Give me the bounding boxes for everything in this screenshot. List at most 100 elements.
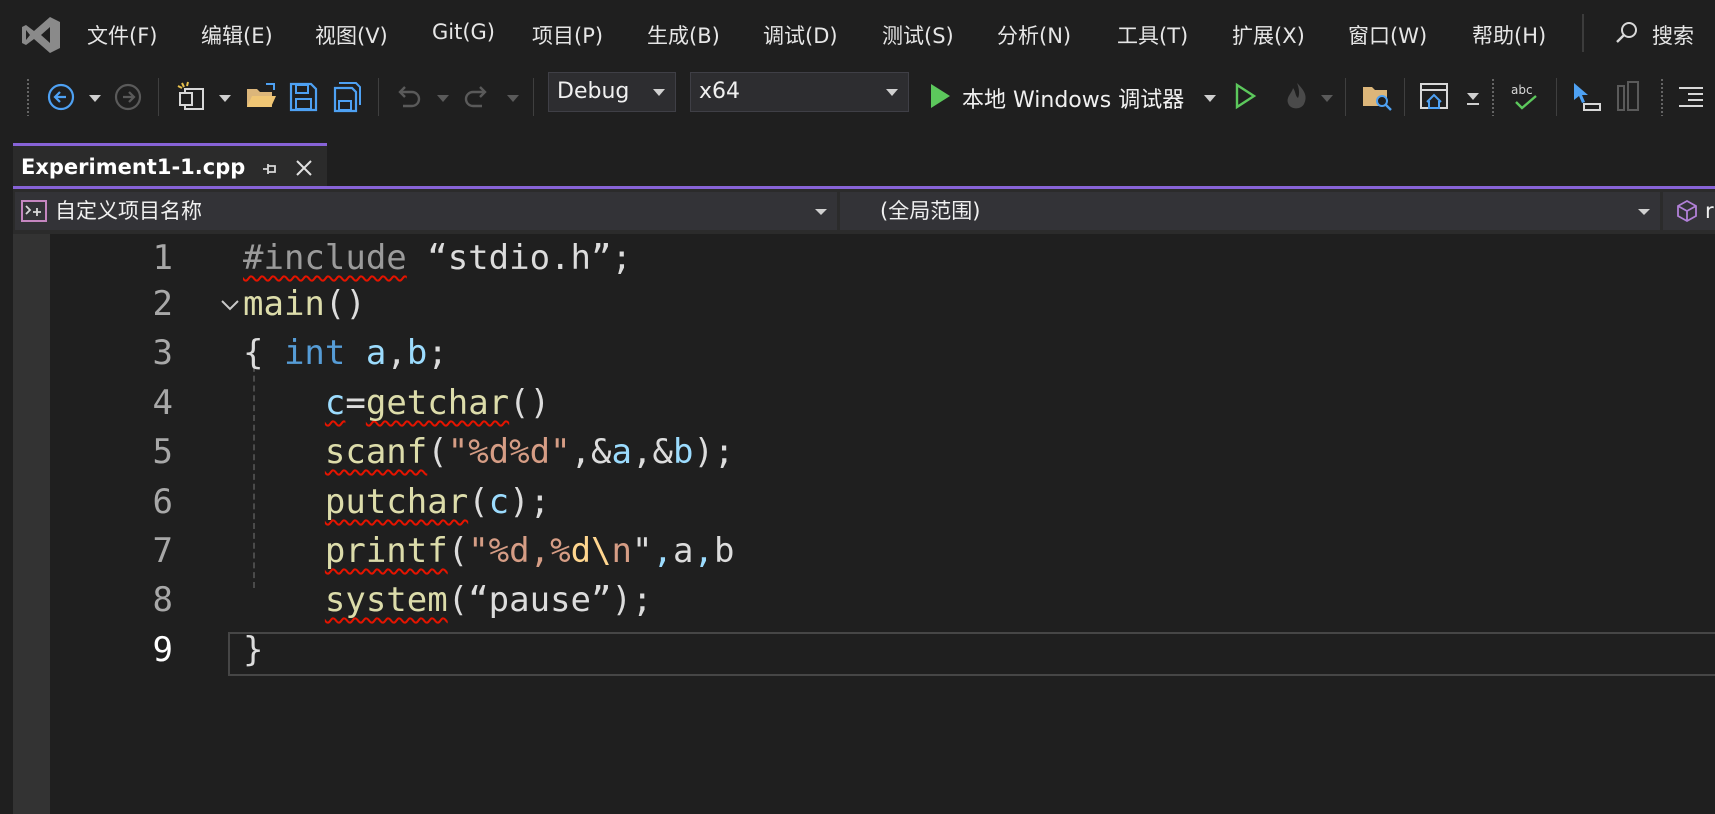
code-line-5[interactable]: scanf("%d%d",&a,&b);	[243, 432, 735, 472]
chevron-down-icon[interactable]	[1203, 94, 1217, 128]
save-all-button[interactable]	[332, 80, 362, 114]
new-project-icon	[177, 81, 204, 110]
code-line-3[interactable]: { int a,b;	[243, 333, 448, 373]
toolbar-grip[interactable]	[1660, 78, 1664, 116]
code-line-7[interactable]: printf("%d,%d\n",a,b	[243, 531, 735, 571]
line-number: 2	[152, 284, 173, 324]
chevron-down-icon[interactable]	[1320, 94, 1334, 128]
code-token: }	[243, 630, 264, 670]
redo-button[interactable]	[462, 80, 492, 114]
navigate-back-button[interactable]	[46, 80, 76, 114]
code-line-8[interactable]: system(“pause”);	[243, 580, 653, 620]
select-button[interactable]	[1570, 80, 1604, 114]
start-without-debugging-icon[interactable]	[1233, 82, 1257, 116]
code-token: d\	[570, 531, 612, 571]
document-tab[interactable]: Experiment1-1.cpp	[13, 143, 327, 187]
code-line-4[interactable]: c=getchar()	[243, 383, 550, 423]
menu-file[interactable]: 文件(F)	[87, 20, 157, 50]
forward-arrow-icon	[114, 83, 142, 111]
open-file-button[interactable]	[244, 80, 278, 114]
solution-platform-dropdown[interactable]: x64	[690, 72, 909, 112]
code-token: b	[672, 432, 694, 472]
menu-bar: 文件(F) 编辑(E) 视图(V) Git(G) 项目(P) 生成(B) 调试(…	[0, 0, 1715, 70]
line-number: 6	[152, 482, 173, 522]
line-number: 5	[152, 432, 173, 472]
code-line-1[interactable]: #include “stdio.h”;	[243, 238, 632, 278]
document-tab-strip: Experiment1-1.cpp	[13, 143, 1715, 187]
browser-link-button[interactable]	[1418, 80, 1452, 114]
toolbar-separator	[533, 78, 534, 116]
code-line-9[interactable]: }	[243, 630, 263, 670]
spell-check-button[interactable]: abc	[1508, 80, 1542, 114]
start-debugger-button[interactable]: 本地 Windows 调试器	[962, 82, 1184, 114]
member-dropdown[interactable]: r	[1663, 192, 1715, 230]
menu-help[interactable]: 帮助(H)	[1472, 20, 1546, 50]
start-debug-icon[interactable]	[928, 82, 952, 116]
collapse-chevron-icon[interactable]	[220, 298, 240, 312]
code-line-6[interactable]: putchar(c);	[243, 482, 550, 522]
menu-debug[interactable]: 调试(D)	[763, 20, 838, 50]
chevron-down-icon[interactable]	[218, 94, 232, 128]
chevron-down-icon	[653, 89, 665, 96]
indent-lines-icon	[1679, 87, 1703, 107]
chevron-down-icon[interactable]	[506, 94, 520, 128]
align-button[interactable]	[1614, 80, 1644, 114]
navigate-forward-button[interactable]	[113, 80, 143, 114]
menu-tools[interactable]: 工具(T)	[1117, 20, 1188, 50]
indent-button[interactable]	[1676, 80, 1706, 114]
menu-project[interactable]: 项目(P)	[532, 20, 603, 50]
chevron-down-icon[interactable]	[436, 94, 450, 128]
overflow-chevron-icon[interactable]	[1466, 92, 1480, 126]
close-icon[interactable]	[294, 158, 314, 178]
menu-view[interactable]: 视图(V)	[315, 20, 388, 50]
menu-extensions[interactable]: 扩展(X)	[1232, 20, 1305, 50]
menu-edit[interactable]: 编辑(E)	[201, 20, 273, 50]
window-home-icon	[1420, 83, 1448, 109]
toolbar-grip[interactable]	[1491, 78, 1495, 116]
toolbar-grip[interactable]	[26, 78, 30, 116]
pin-icon[interactable]	[260, 159, 280, 179]
code-token: a	[672, 531, 694, 571]
menu-build[interactable]: 生成(B)	[647, 20, 720, 50]
code-token: scanf	[324, 432, 428, 472]
code-token: "	[632, 531, 653, 571]
spell-check-icon: abc	[1511, 83, 1537, 110]
code-token: );	[693, 432, 735, 472]
cursor-select-icon	[1574, 83, 1601, 111]
chevron-down-icon[interactable]	[88, 94, 102, 128]
cube-icon	[1677, 199, 1697, 223]
current-line-highlight	[228, 632, 1715, 676]
scope-dropdown[interactable]: (全局范围)	[840, 192, 1660, 230]
solution-explorer-button[interactable]	[1360, 80, 1394, 114]
new-item-button[interactable]	[176, 80, 208, 114]
menu-window[interactable]: 窗口(W)	[1348, 20, 1427, 50]
hot-reload-icon[interactable]	[1282, 80, 1312, 114]
save-all-icon	[333, 82, 361, 113]
project-dropdown[interactable]: 自定义项目名称	[15, 192, 837, 230]
open-folder-icon	[247, 83, 276, 107]
save-button[interactable]	[288, 80, 318, 114]
member-name: r	[1705, 199, 1714, 223]
folder-search-icon	[1363, 87, 1392, 111]
redo-icon	[464, 86, 487, 108]
indicator-margin[interactable]	[13, 234, 50, 814]
toolbar-separator	[158, 78, 159, 116]
scope-name: (全局范围)	[880, 199, 981, 223]
undo-button[interactable]	[393, 80, 423, 114]
line-number: 7	[152, 531, 173, 571]
menu-test[interactable]: 测试(S)	[882, 20, 954, 50]
toolbar-separator	[378, 78, 379, 116]
visual-studio-logo-icon[interactable]	[20, 14, 62, 56]
menu-git[interactable]: Git(G)	[432, 20, 495, 44]
code-token: a	[365, 333, 387, 373]
solution-configuration-dropdown[interactable]: Debug	[548, 72, 676, 112]
code-line-2[interactable]: main()	[243, 284, 366, 324]
code-token: system	[324, 580, 448, 620]
code-editor[interactable]: 1 2 3 4 5 6 7 8 9 #include “stdio.h”; ma…	[13, 234, 1715, 814]
line-number: 3	[152, 333, 173, 373]
menu-analyze[interactable]: 分析(N)	[997, 20, 1071, 50]
code-token: "%d,%	[468, 531, 571, 571]
code-token: =	[345, 383, 366, 423]
